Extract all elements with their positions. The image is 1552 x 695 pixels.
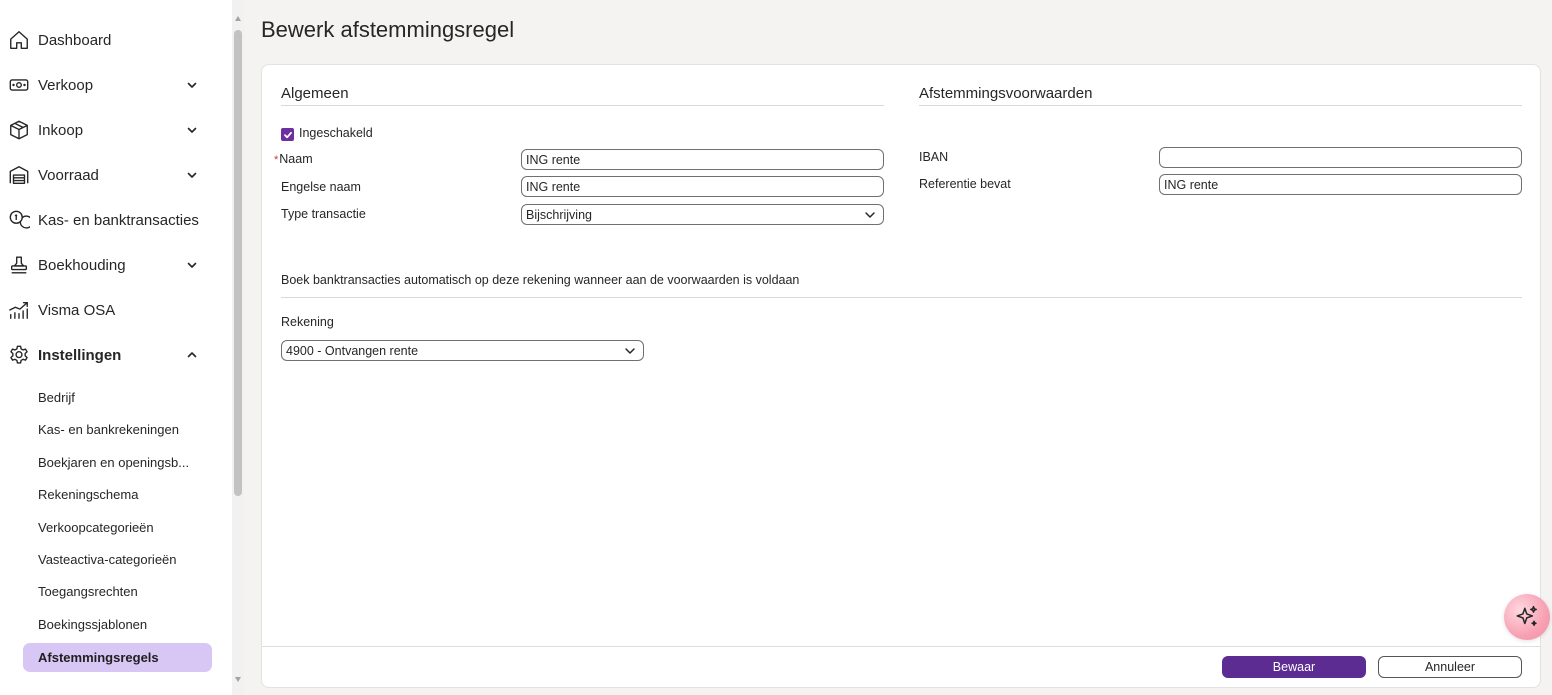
sidebar: Dashboard Verkoop Inkoop Voorraad Kas- e… xyxy=(0,0,232,695)
enabled-label: Ingeschakeld xyxy=(299,126,373,140)
subnav-label: Toegangsrechten xyxy=(38,584,138,599)
name-label: *Naam xyxy=(274,152,313,166)
ai-assistant-button[interactable] xyxy=(1504,594,1550,640)
stamp-icon xyxy=(8,254,30,276)
nav-label: Kas- en banktransacties xyxy=(38,211,199,229)
subnav-rekeningschema[interactable]: Rekeningschema xyxy=(23,480,212,509)
scroll-down-arrow-icon[interactable] xyxy=(235,677,241,682)
english-name-input[interactable] xyxy=(521,176,884,197)
chevron-down-icon xyxy=(184,77,200,93)
nav-verkoop[interactable]: Verkoop xyxy=(0,65,222,105)
scrollbar-thumb[interactable] xyxy=(234,30,242,496)
form-card: Algemeen Ingeschakeld *Naam Engelse naam… xyxy=(261,64,1541,688)
divider xyxy=(281,297,1522,298)
reference-label: Referentie bevat xyxy=(919,177,1011,191)
checkmark-icon xyxy=(283,131,292,138)
subnav-vasteactiva-categorieen[interactable]: Vasteactiva-categorieën xyxy=(23,545,212,574)
sidebar-scrollbar[interactable] xyxy=(232,0,244,695)
account-label: Rekening xyxy=(281,315,334,329)
subnav-label: Bedrijf xyxy=(38,390,75,405)
package-icon xyxy=(8,119,30,141)
coins-icon xyxy=(8,209,30,231)
section-heading-conditions: Afstemmingsvoorwaarden xyxy=(919,85,1093,102)
divider xyxy=(281,105,884,106)
subnav-label: Afstemmingsregels xyxy=(38,650,159,665)
subnav-label: Rekeningschema xyxy=(38,487,139,502)
enabled-checkbox[interactable] xyxy=(281,128,294,141)
nav-boekhouding[interactable]: Boekhouding xyxy=(0,245,222,285)
chevron-up-icon xyxy=(184,347,200,363)
chevron-down-icon xyxy=(184,122,200,138)
page-title: Bewerk afstemmingsregel xyxy=(261,17,515,42)
nav-label: Visma OSA xyxy=(38,301,116,319)
chevron-down-icon xyxy=(865,212,875,218)
iban-input[interactable] xyxy=(1159,147,1522,168)
subnav-kas-bankrekeningen[interactable]: Kas- en bankrekeningen xyxy=(23,415,212,444)
transaction-type-select[interactable]: Bijschrijving xyxy=(521,204,884,225)
home-icon xyxy=(8,29,30,51)
cancel-button[interactable]: Annuleer xyxy=(1378,656,1522,678)
subnav-bedrijf[interactable]: Bedrijf xyxy=(23,383,212,412)
nav-label: Boekhouding xyxy=(38,256,126,274)
subnav-label: Boekingssjablonen xyxy=(38,617,148,632)
nav-label: Verkoop xyxy=(38,76,94,94)
sparkle-icon xyxy=(1516,605,1537,626)
scroll-up-arrow-icon[interactable] xyxy=(235,16,241,21)
nav-kas-banktransacties[interactable]: Kas- en banktransacties xyxy=(0,200,222,240)
name-label-text: Naam xyxy=(279,152,313,166)
nav-label: Voorraad xyxy=(38,166,99,184)
iban-label: IBAN xyxy=(919,150,949,164)
footer-divider xyxy=(262,646,1540,647)
subnav-label: Vasteactiva-categorieën xyxy=(38,552,177,567)
nav-instellingen[interactable]: Instellingen xyxy=(0,335,222,375)
chevron-down-icon xyxy=(184,167,200,183)
section-heading-general: Algemeen xyxy=(281,85,349,102)
subnav-label: Boekjaren en openingsb... xyxy=(38,455,190,470)
subnav-toegangsrechten[interactable]: Toegangsrechten xyxy=(23,577,212,606)
booking-description: Boek banktransacties automatisch op deze… xyxy=(281,273,800,287)
account-value: 4900 - Ontvangen rente xyxy=(286,343,419,358)
nav-label: Inkoop xyxy=(38,121,84,139)
nav-visma-osa[interactable]: Visma OSA xyxy=(0,290,222,330)
transaction-type-value: Bijschrijving xyxy=(526,207,592,222)
nav-voorraad[interactable]: Voorraad xyxy=(0,155,222,195)
warehouse-icon xyxy=(8,164,30,186)
nav-label: Instellingen xyxy=(38,346,122,364)
divider xyxy=(919,105,1522,106)
subnav-label: Verkoopcategorieën xyxy=(38,520,154,535)
subnav-boekingssjablonen[interactable]: Boekingssjablonen xyxy=(23,610,212,639)
banknote-icon xyxy=(8,74,30,96)
name-input[interactable] xyxy=(521,149,884,170)
nav-label: Dashboard xyxy=(38,31,112,49)
chevron-down-icon xyxy=(625,348,635,354)
required-marker: * xyxy=(274,154,279,166)
save-button[interactable]: Bewaar xyxy=(1222,656,1366,678)
subnav-verkoopcategorieen[interactable]: Verkoopcategorieën xyxy=(23,513,212,542)
reference-input[interactable] xyxy=(1159,174,1522,195)
subnav-label: Kas- en bankrekeningen xyxy=(38,422,179,437)
account-select[interactable]: 4900 - Ontvangen rente xyxy=(281,340,644,361)
chart-trend-icon xyxy=(8,299,30,321)
subnav-boekjaren[interactable]: Boekjaren en openingsb... xyxy=(23,448,212,477)
chevron-down-icon xyxy=(184,257,200,273)
english-name-label: Engelse naam xyxy=(281,180,361,194)
subnav-afstemmingsregels[interactable]: Afstemmingsregels xyxy=(23,643,212,672)
nav-dashboard[interactable]: Dashboard xyxy=(0,20,222,60)
gear-icon xyxy=(8,344,30,366)
nav-inkoop[interactable]: Inkoop xyxy=(0,110,222,150)
transaction-type-label: Type transactie xyxy=(281,207,366,221)
